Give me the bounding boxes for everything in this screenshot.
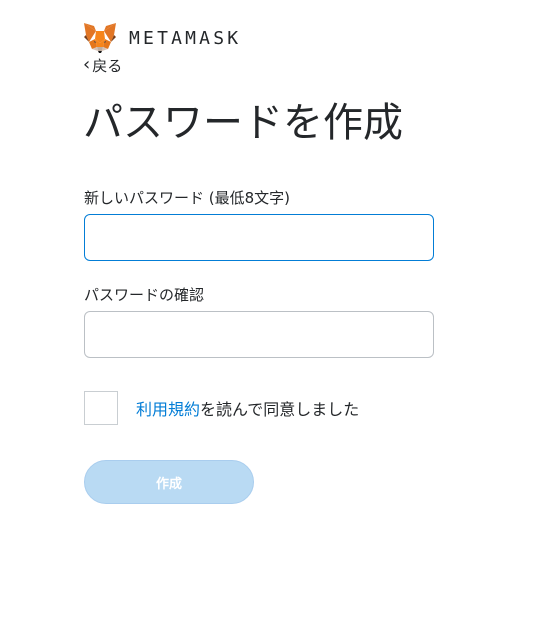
terms-of-use-link[interactable]: 利用規約 [136, 400, 200, 419]
back-button[interactable]: ‹ 戻る [83, 55, 122, 76]
create-button[interactable]: 作成 [84, 460, 254, 504]
page-title: パスワードを作成 [83, 100, 403, 146]
create-password-page: METAMASK ‹ 戻る パスワードを作成 新しいパスワード (最低8文字) … [0, 0, 542, 634]
new-password-input[interactable] [84, 214, 434, 261]
terms-checkbox[interactable] [84, 391, 118, 425]
confirm-password-label: パスワードの確認 [84, 286, 205, 304]
terms-row: 利用規約を読んで同意しました [84, 391, 359, 425]
confirm-password-input[interactable] [84, 311, 434, 358]
terms-suffix: を読んで同意しました [200, 400, 360, 419]
metamask-logo: METAMASK [83, 22, 241, 54]
metamask-wordmark: METAMASK [129, 27, 242, 49]
new-password-label: 新しいパスワード (最低8文字) [84, 189, 291, 207]
terms-text: 利用規約を読んで同意しました [136, 396, 359, 420]
metamask-fox-icon [84, 23, 116, 53]
back-label: 戻る [92, 57, 123, 75]
chevron-left-icon: ‹ [83, 53, 91, 75]
